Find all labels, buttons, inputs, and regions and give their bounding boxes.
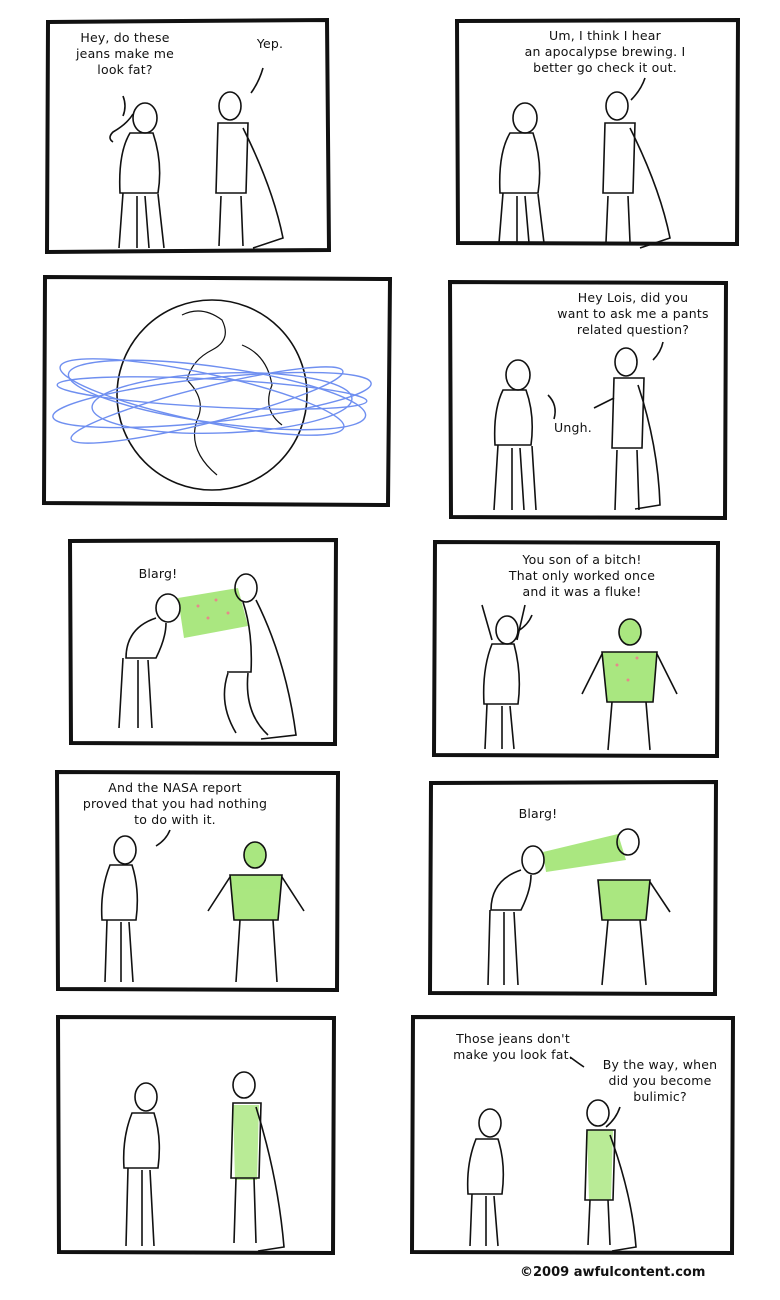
panel-art <box>466 1056 637 1252</box>
panel-art <box>487 828 671 986</box>
comic-panel-6: You son of a bitch! That only worked onc… <box>431 539 721 759</box>
comic-panel-9 <box>55 1014 337 1256</box>
earth-illustration <box>52 299 372 491</box>
comic-panel-3 <box>41 274 393 508</box>
comic-panel-1: Hey, do these jeans make me look fat? Ye… <box>44 17 332 255</box>
panel-art <box>122 1071 285 1252</box>
comic-panel-5: Blarg! <box>67 537 339 747</box>
copyright-text: ©2009 awfulcontent.com <box>520 1265 706 1280</box>
panel-art <box>481 604 678 751</box>
comic-panel-2: Um, I think I hear an apocalypse brewing… <box>454 17 741 249</box>
comic-panel-10: Those jeans don't make you look fat. By … <box>409 1014 736 1256</box>
panel-art <box>493 341 664 511</box>
comic-panel-4: Hey Lois, did you want to ask me a pants… <box>447 279 729 521</box>
panel-art <box>100 829 305 983</box>
comic-panel-8: Blarg! <box>427 779 719 997</box>
panel-art <box>118 573 297 740</box>
panel-art <box>109 67 284 249</box>
panel-art <box>498 77 671 249</box>
comic-panel-7: And the NASA report proved that you had … <box>54 769 341 993</box>
